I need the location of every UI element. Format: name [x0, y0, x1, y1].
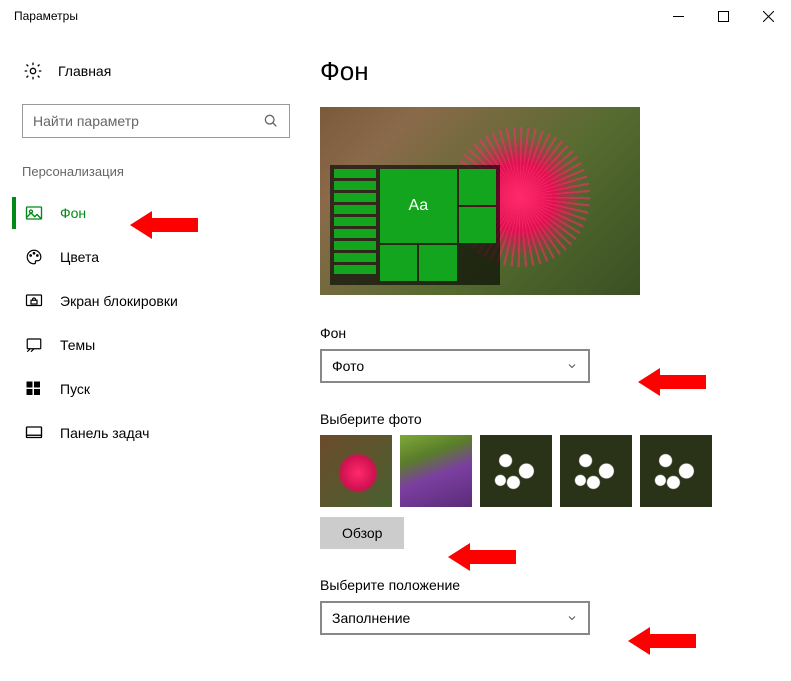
section-header: Персонализация: [12, 164, 300, 191]
search-input[interactable]: Найти параметр: [22, 104, 290, 138]
gear-icon: [22, 60, 44, 82]
browse-button[interactable]: Обзор: [320, 517, 404, 549]
background-label: Фон: [320, 325, 761, 341]
start-icon: [24, 379, 44, 399]
sidebar-item-label: Экран блокировки: [60, 293, 178, 309]
window-title: Параметры: [14, 9, 78, 23]
photo-thumb[interactable]: [400, 435, 472, 507]
sidebar-item-label: Цвета: [60, 249, 99, 265]
sample-tile: Aa: [380, 169, 457, 243]
main-panel: Фон Aa Фон Фото Выберите фото: [320, 52, 791, 663]
wallpaper-preview: Aa: [320, 107, 640, 295]
themes-icon: [24, 335, 44, 355]
background-dropdown[interactable]: Фото: [320, 349, 590, 383]
start-preview: Aa: [330, 165, 500, 285]
fit-value: Заполнение: [332, 610, 410, 626]
annotation-arrow: [638, 368, 706, 396]
sidebar-item-lockscreen[interactable]: Экран блокировки: [12, 279, 300, 323]
photo-thumb-row: [320, 435, 761, 507]
sidebar-item-colors[interactable]: Цвета: [12, 235, 300, 279]
fit-label: Выберите положение: [320, 577, 761, 593]
maximize-button[interactable]: [701, 1, 746, 31]
sidebar-item-label: Панель задач: [60, 425, 149, 441]
sidebar-item-label: Пуск: [60, 381, 90, 397]
sidebar-item-label: Темы: [60, 337, 95, 353]
annotation-arrow: [628, 627, 696, 655]
close-button[interactable]: [746, 1, 791, 31]
background-value: Фото: [332, 358, 364, 374]
taskbar-icon: [24, 423, 44, 443]
palette-icon: [24, 247, 44, 267]
photo-thumb[interactable]: [480, 435, 552, 507]
lockscreen-icon: [24, 291, 44, 311]
sidebar: Главная Найти параметр Персонализация Фо…: [10, 52, 320, 663]
sidebar-item-start[interactable]: Пуск: [12, 367, 300, 411]
minimize-button[interactable]: [656, 1, 701, 31]
annotation-arrow: [448, 543, 516, 571]
sidebar-item-label: Фон: [60, 205, 86, 221]
chevron-down-icon: [566, 360, 578, 372]
window-controls: [656, 1, 791, 31]
sidebar-item-taskbar[interactable]: Панель задач: [12, 411, 300, 455]
home-label: Главная: [58, 63, 111, 79]
photo-thumb[interactable]: [560, 435, 632, 507]
page-title: Фон: [320, 56, 761, 87]
titlebar: Параметры: [0, 0, 791, 32]
search-placeholder: Найти параметр: [33, 113, 139, 129]
picture-icon: [24, 203, 44, 223]
fit-dropdown[interactable]: Заполнение: [320, 601, 590, 635]
photo-thumb[interactable]: [640, 435, 712, 507]
sidebar-item-themes[interactable]: Темы: [12, 323, 300, 367]
search-icon: [263, 113, 279, 129]
annotation-arrow: [130, 211, 198, 239]
photo-thumb[interactable]: [320, 435, 392, 507]
chevron-down-icon: [566, 612, 578, 624]
home-nav[interactable]: Главная: [12, 52, 300, 90]
choose-photo-label: Выберите фото: [320, 411, 761, 427]
